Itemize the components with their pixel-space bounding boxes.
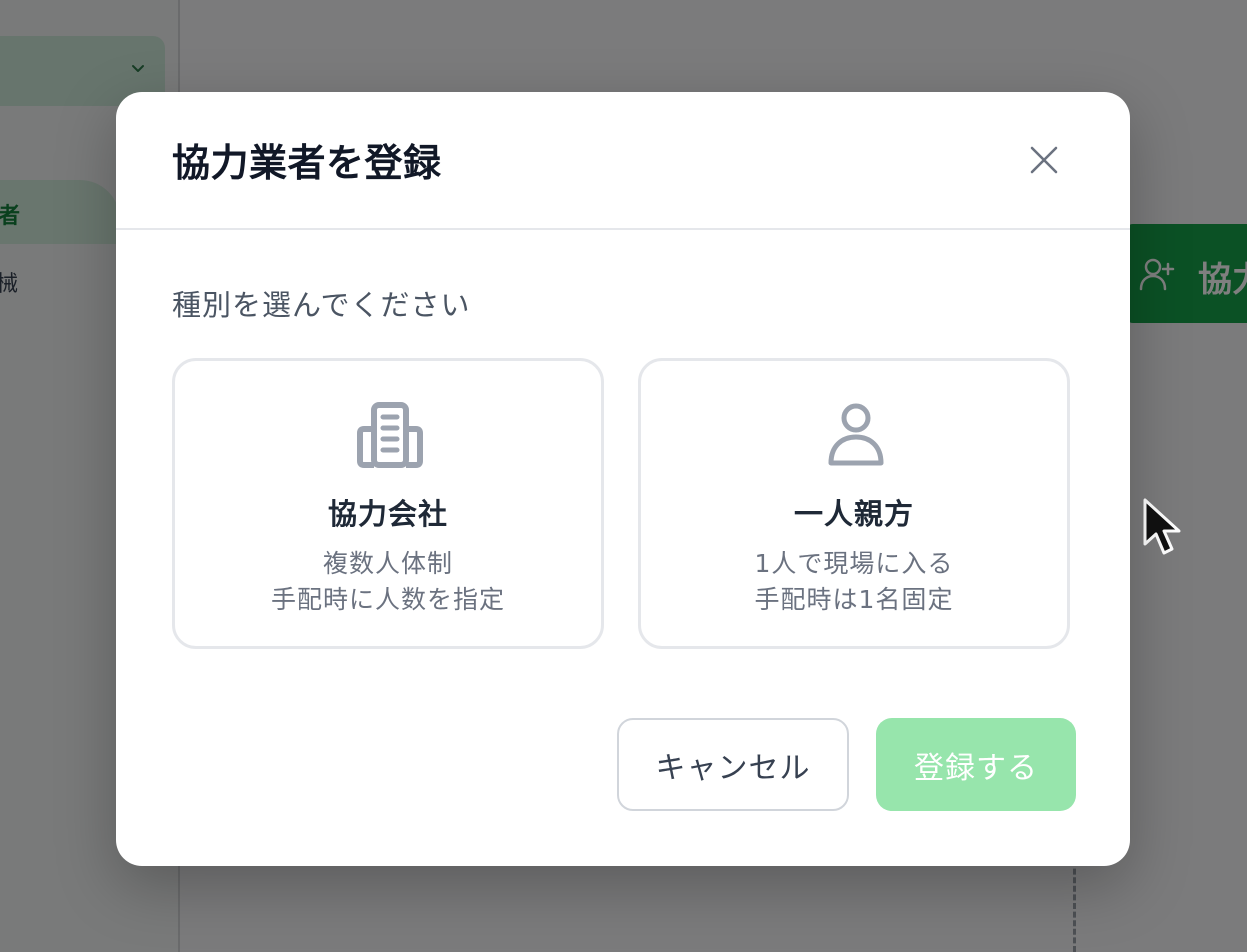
- option-description: 複数人体制: [322, 549, 453, 578]
- option-card-company[interactable]: 協力会社 複数人体制 手配時に人数を指定: [172, 358, 604, 649]
- register-partner-dialog: 協力業者を登録 種別を選んでください 協力会社 複数人体制 手配時に人数を指定 …: [116, 92, 1130, 866]
- cancel-button[interactable]: キャンセル: [617, 718, 849, 811]
- building-icon: [357, 402, 423, 468]
- option-description: 1人で現場に入る: [754, 549, 954, 578]
- mouse-cursor-icon: [1143, 498, 1181, 555]
- option-title: 協力会社: [327, 497, 448, 531]
- option-description: 手配時に人数を指定: [270, 585, 505, 614]
- type-prompt: 種別を選んでください: [172, 288, 471, 322]
- close-icon[interactable]: [1024, 140, 1064, 180]
- app-screen: 者 械 協力 協力業者を登録 種別を選んでください: [0, 0, 1247, 952]
- submit-button[interactable]: 登録する: [876, 718, 1076, 811]
- option-title: 一人親方: [793, 497, 914, 531]
- dialog-title: 協力業者を登録: [172, 141, 442, 185]
- option-description: 手配時は1名固定: [754, 585, 954, 614]
- option-card-solo[interactable]: 一人親方 1人で現場に入る 手配時は1名固定: [638, 358, 1070, 649]
- dialog-header: 協力業者を登録: [116, 92, 1130, 230]
- person-icon: [828, 403, 884, 466]
